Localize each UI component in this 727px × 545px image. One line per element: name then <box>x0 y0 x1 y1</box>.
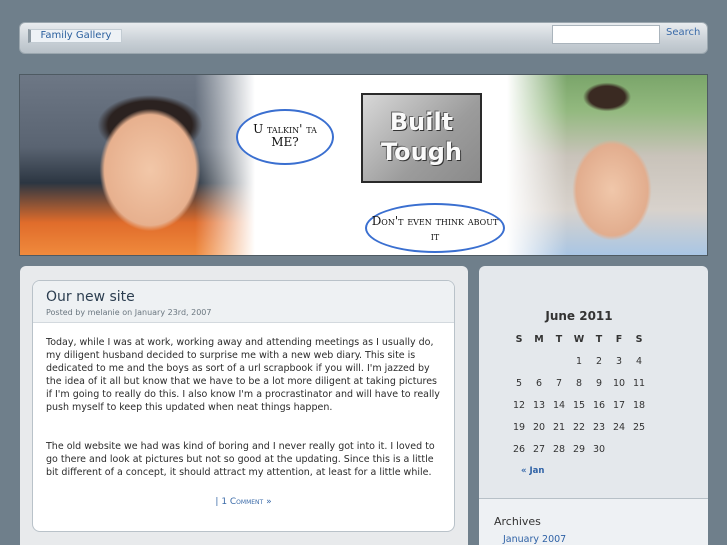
comments-link[interactable]: | 1 Comment » <box>33 497 454 507</box>
calendar-day <box>549 350 569 372</box>
weekday-label: W <box>573 333 585 345</box>
calendar-prev-month-link[interactable]: « Jan <box>521 466 544 476</box>
calendar-day <box>509 350 529 372</box>
archives-heading: Archives <box>494 515 541 528</box>
calendar-day: 26 <box>512 443 526 455</box>
speech-bubble-right: Don't even think about it <box>365 203 505 253</box>
calendar-day: 29 <box>572 443 586 455</box>
calendar-week-row: 12 13 14 15 16 17 18 <box>509 394 649 416</box>
header-banner: U talkin' ta ME? Built Tough Don't even … <box>19 74 708 256</box>
calendar-day: 15 <box>572 399 586 411</box>
calendar-day: 3 <box>615 355 623 367</box>
calendar-day: 17 <box>612 399 626 411</box>
top-navigation-bar: Family Gallery Search <box>19 22 708 54</box>
calendar-day: 30 <box>592 443 606 455</box>
calendar-table: S M T W T F S 1 2 3 4 5 6 7 8 9 10 11 12… <box>509 328 649 460</box>
weekday-label: S <box>635 333 643 345</box>
sign-line-tough: Tough <box>380 138 463 166</box>
main-content: Our new site Posted by melanie on Januar… <box>20 266 468 545</box>
tab-family-gallery[interactable]: Family Gallery <box>28 29 122 43</box>
sidebar-divider <box>479 498 708 499</box>
calendar-day: 1 <box>575 355 583 367</box>
calendar-day: 6 <box>535 377 543 389</box>
search-button[interactable]: Search <box>666 27 700 38</box>
search-input[interactable] <box>552 25 660 44</box>
calendar-day: 23 <box>592 421 606 433</box>
calendar-day: 14 <box>552 399 566 411</box>
weekday-label: M <box>534 333 544 345</box>
post-card: Our new site Posted by melanie on Januar… <box>32 280 455 532</box>
calendar-day: 18 <box>632 399 646 411</box>
calendar-day <box>529 350 549 372</box>
calendar-week-row: 19 20 21 22 23 24 25 <box>509 416 649 438</box>
calendar-day: 2 <box>595 355 603 367</box>
calendar-day: 22 <box>572 421 586 433</box>
calendar-day: 24 <box>612 421 626 433</box>
weekday-label: F <box>615 333 623 345</box>
archive-link-january-2007[interactable]: January 2007 <box>503 534 566 545</box>
calendar-week-row: 26 27 28 29 30 <box>509 438 649 460</box>
calendar-day <box>629 438 649 460</box>
calendar-day: 11 <box>632 377 646 389</box>
calendar-day: 13 <box>532 399 546 411</box>
post-paragraph: The old website we had was kind of borin… <box>46 441 435 478</box>
calendar-week-row: 5 6 7 8 9 10 11 <box>509 372 649 394</box>
calendar-day: 16 <box>592 399 606 411</box>
sidebar: June 2011 S M T W T F S 1 2 3 4 5 6 7 8 … <box>479 266 708 545</box>
baby-photo-right <box>507 75 707 255</box>
calendar-day: 20 <box>532 421 546 433</box>
weekday-label: S <box>515 333 523 345</box>
weekday-label: T <box>555 333 563 345</box>
baby-photo-left <box>20 75 255 255</box>
calendar-day: 12 <box>512 399 526 411</box>
calendar-title: June 2011 <box>545 309 613 323</box>
calendar-day: 25 <box>632 421 646 433</box>
calendar-day <box>609 438 629 460</box>
calendar-day: 27 <box>532 443 546 455</box>
calendar-day: 19 <box>512 421 526 433</box>
post-header: Our new site Posted by melanie on Januar… <box>33 281 454 323</box>
post-body: Today, while I was at work, working away… <box>33 323 454 479</box>
post-title[interactable]: Our new site <box>46 289 454 306</box>
calendar-day: 4 <box>635 355 643 367</box>
calendar-day: 5 <box>515 377 523 389</box>
calendar-day: 8 <box>575 377 583 389</box>
built-tough-sign: Built Tough <box>361 93 482 183</box>
speech-bubble-left: U talkin' ta ME? <box>236 109 334 165</box>
calendar-day: 21 <box>552 421 566 433</box>
sign-line-built: Built <box>389 108 454 136</box>
weekday-label: T <box>595 333 603 345</box>
calendar-week-row: 1 2 3 4 <box>509 350 649 372</box>
calendar-day: 10 <box>612 377 626 389</box>
post-meta: Posted by melanie on January 23rd, 2007 <box>46 308 212 317</box>
calendar-day: 7 <box>555 377 563 389</box>
calendar-day: 9 <box>595 377 603 389</box>
calendar-weekday-row: S M T W T F S <box>509 328 649 350</box>
post-paragraph: Today, while I was at work, working away… <box>46 337 440 413</box>
calendar-day: 28 <box>552 443 566 455</box>
